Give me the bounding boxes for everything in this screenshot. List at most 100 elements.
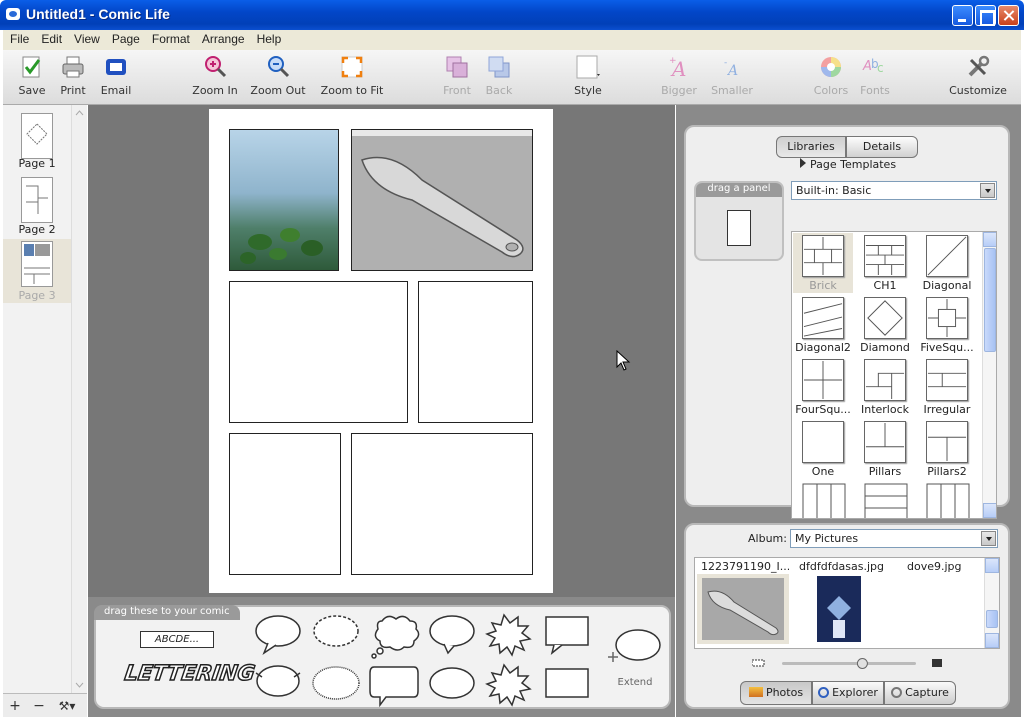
template-irregular[interactable]: Irregular xyxy=(917,357,977,416)
email-button[interactable]: Email xyxy=(98,54,134,97)
empty-panel-4[interactable] xyxy=(351,433,533,575)
page-label-3: Page 3 xyxy=(18,289,56,302)
disclosure-triangle-icon[interactable] xyxy=(798,157,808,169)
template-ch1[interactable]: CH1 xyxy=(855,233,915,292)
blank-panel-item[interactable] xyxy=(727,210,751,246)
photo-grid-scrollbar[interactable] xyxy=(984,558,999,648)
scroll-thumb[interactable] xyxy=(986,610,998,628)
drag-panel-box[interactable]: drag a panel xyxy=(694,181,784,261)
send-back-icon xyxy=(488,56,510,78)
tab-details[interactable]: Details xyxy=(846,136,918,158)
template-brick[interactable]: Brick xyxy=(793,233,853,293)
tab-libraries[interactable]: Libraries xyxy=(776,136,846,158)
template-diagonal[interactable]: Diagonal xyxy=(917,233,977,292)
template-diagonal2[interactable]: Diagonal2 xyxy=(793,295,853,354)
tab-explorer[interactable]: Explorer xyxy=(812,681,884,705)
scroll-down-button[interactable] xyxy=(985,633,999,648)
page-thumbnail-1[interactable] xyxy=(21,113,53,159)
photo-panel-spork[interactable] xyxy=(351,129,533,271)
explorer-icon xyxy=(818,687,830,698)
scroll-up-button[interactable] xyxy=(983,232,996,247)
photo-panel-plant[interactable] xyxy=(229,129,339,271)
menu-file[interactable]: File xyxy=(3,30,34,50)
close-button[interactable] xyxy=(998,5,1019,26)
thumbnail-size-slider[interactable] xyxy=(752,657,942,669)
empty-panel-3[interactable] xyxy=(229,433,341,575)
comic-life-app-icon[interactable] xyxy=(6,8,20,20)
extend-balloon-icon[interactable] xyxy=(604,627,664,667)
menu-edit[interactable]: Edit xyxy=(34,30,67,50)
photo-thumb-1-selected[interactable] xyxy=(697,574,789,644)
tray-title-tab: drag these to your comic xyxy=(94,605,240,620)
more-templates-row[interactable] xyxy=(802,482,982,519)
page-templates-heading: Page Templates xyxy=(810,158,897,171)
menu-arrange[interactable]: Arrange xyxy=(195,30,250,50)
menu-page[interactable]: Page xyxy=(105,30,145,50)
minimize-button[interactable] xyxy=(952,5,973,26)
fonts-button[interactable]: Abc Fonts xyxy=(856,54,894,97)
capture-icon xyxy=(891,687,903,698)
tab-capture[interactable]: Capture xyxy=(884,681,956,705)
template-foursquare[interactable]: FourSqu... xyxy=(793,357,853,416)
save-button[interactable]: Save xyxy=(15,54,49,97)
print-button[interactable]: Print xyxy=(57,54,89,97)
bring-front-button[interactable]: Front xyxy=(440,54,474,97)
template-set-dropdown[interactable]: Built-in: Basic xyxy=(791,181,997,200)
smaller-button[interactable]: A- Smaller xyxy=(709,54,755,97)
template-pillars[interactable]: Pillars xyxy=(855,419,915,478)
customize-button[interactable]: Customize xyxy=(947,54,1009,97)
album-dropdown[interactable]: My Pictures xyxy=(790,529,998,548)
dropdown-arrow-icon xyxy=(981,531,996,546)
bigger-button[interactable]: A + Bigger xyxy=(659,54,699,97)
comic-page[interactable] xyxy=(209,109,553,593)
template-diamond[interactable]: Diamond xyxy=(855,295,915,354)
maximize-button[interactable] xyxy=(975,5,996,26)
printer-icon xyxy=(62,56,84,78)
photo-grid: 1223791190_I... dfdfdfdasas.jpg dove9.jp… xyxy=(694,557,1000,649)
zoom-in-button[interactable]: Zoom In xyxy=(189,54,241,97)
zoom-to-fit-icon xyxy=(341,56,363,78)
drag-panel-label: drag a panel xyxy=(696,183,782,197)
page-strip-scrollbar[interactable] xyxy=(71,105,87,693)
scroll-thumb[interactable] xyxy=(984,248,996,352)
scroll-down-arrow-icon xyxy=(75,682,84,688)
diamond-layout-icon xyxy=(864,297,906,339)
scroll-down-button[interactable] xyxy=(983,503,996,518)
lettering-word-item[interactable]: LETTERING xyxy=(121,660,257,697)
pillars-layout-icon xyxy=(864,421,906,463)
menu-format[interactable]: Format xyxy=(145,30,195,50)
svg-text:+: + xyxy=(669,56,677,66)
zoom-out-button[interactable]: Zoom Out xyxy=(248,54,308,97)
balloon-shapes[interactable] xyxy=(254,611,594,707)
template-interlock[interactable]: Interlock xyxy=(855,357,915,416)
zoom-to-fit-button[interactable]: Zoom to Fit xyxy=(317,54,387,97)
template-one[interactable]: One xyxy=(793,419,853,478)
library-panel: Libraries Details Page Templates drag a … xyxy=(684,125,1010,519)
fivesquare-layout-icon xyxy=(926,297,968,339)
page-thumbnail-2[interactable] xyxy=(21,177,53,223)
empty-panel-2[interactable] xyxy=(418,281,533,423)
send-back-button[interactable]: Back xyxy=(483,54,515,97)
menu-help[interactable]: Help xyxy=(250,30,287,50)
menu-view[interactable]: View xyxy=(67,30,105,50)
page-2-layout-icon xyxy=(26,185,48,214)
scroll-up-button[interactable] xyxy=(985,558,999,573)
photo-thumb-2[interactable] xyxy=(817,576,861,642)
page-tools-button[interactable]: ⚒▾ xyxy=(51,699,83,713)
library-pane: Libraries Details Page Templates drag a … xyxy=(676,105,1021,717)
add-page-button[interactable]: + xyxy=(3,698,27,714)
page-thumbnail-3[interactable] xyxy=(21,241,53,287)
lettering-box-item[interactable]: ABCDE... xyxy=(140,631,214,648)
empty-panel-1[interactable] xyxy=(229,281,408,423)
comic-canvas[interactable] xyxy=(88,105,675,597)
remove-page-button[interactable]: − xyxy=(27,698,51,714)
template-pillars2[interactable]: Pillars2 xyxy=(917,419,977,478)
balloon-tray: ABCDE... LETTERING Extend drag these to … xyxy=(88,597,675,717)
template-fivesquare[interactable]: FiveSqu... xyxy=(917,295,977,354)
colors-button[interactable]: Colors xyxy=(811,54,851,97)
template-grid-scrollbar[interactable] xyxy=(982,232,996,518)
rainy-plant-image xyxy=(230,130,338,270)
style-button[interactable]: Style xyxy=(571,54,605,97)
zoom-in-icon xyxy=(205,56,227,78)
tab-photos[interactable]: Photos xyxy=(740,681,812,705)
